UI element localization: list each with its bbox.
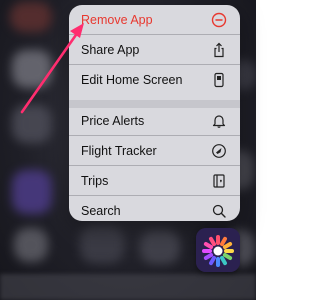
blurred-app-icon <box>12 105 52 143</box>
menu-item-label: Flight Tracker <box>81 143 157 158</box>
blurred-dock <box>0 274 256 300</box>
minus-circle-icon <box>210 11 228 29</box>
colorful-sunburst-app-icon[interactable] <box>196 228 240 272</box>
menu-item-label: Share App <box>81 42 140 57</box>
blurred-app-icon <box>12 170 52 214</box>
menu-item-label: Edit Home Screen <box>81 73 183 87</box>
blurred-app-icon <box>14 228 48 262</box>
blurred-app-icon <box>12 50 52 88</box>
menu-item-share-app[interactable]: Share App <box>69 35 240 65</box>
share-icon <box>210 41 228 59</box>
blurred-app-icon <box>10 2 52 32</box>
menu-item-label: Remove App <box>81 12 153 27</box>
blurred-app-icon <box>80 225 124 263</box>
blurred-app-icon <box>140 230 180 264</box>
menu-item-price-alerts[interactable]: Price Alerts <box>69 106 240 136</box>
search-icon <box>210 202 228 220</box>
menu-item-remove-app[interactable]: Remove App <box>69 5 240 35</box>
menu-item-trips[interactable]: Trips <box>69 166 240 196</box>
menu-item-flight-tracker[interactable]: Flight Tracker <box>69 136 240 166</box>
trips-icon <box>210 172 228 190</box>
context-menu: Remove App Share App Edit Home Screen Pr… <box>69 5 240 221</box>
bell-icon <box>210 112 228 130</box>
menu-item-label: Price Alerts <box>81 113 145 128</box>
menu-item-label: Trips <box>81 173 109 188</box>
phone-edit-icon <box>210 71 228 89</box>
menu-item-search[interactable]: Search <box>69 196 240 221</box>
menu-item-edit-home-screen[interactable]: Edit Home Screen <box>69 65 240 95</box>
flight-tracker-icon <box>210 142 228 160</box>
menu-item-label: Search <box>81 204 121 218</box>
